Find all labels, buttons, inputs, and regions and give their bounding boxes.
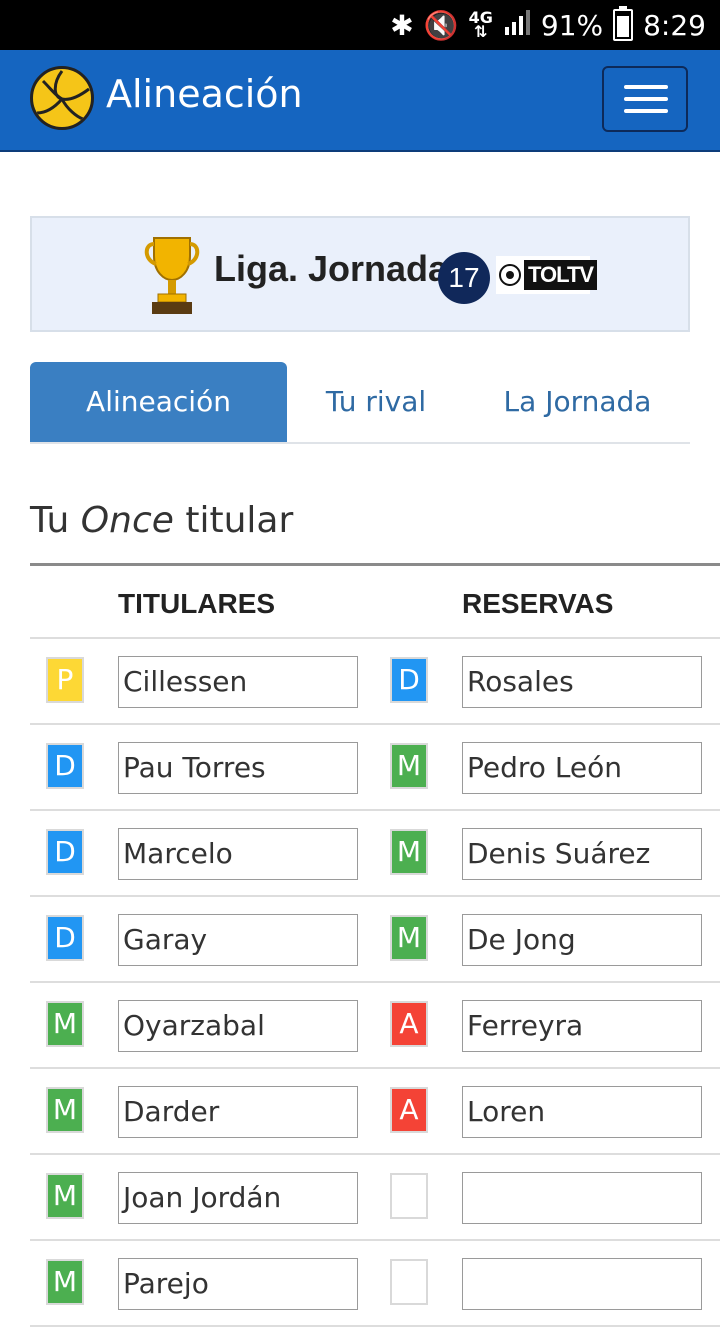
table-row: D Garay M De Jong [30,897,720,983]
titular-name-field[interactable]: Pau Torres [118,742,358,794]
titular-position-badge: M [46,1001,84,1047]
section-title-post: titular [185,500,294,541]
titular-name-field[interactable]: Marcelo [118,828,358,880]
volleyball-logo-icon[interactable] [30,66,94,130]
section-title: Tu Once titular [30,500,293,541]
titular-name-field[interactable]: Cillessen [118,656,358,708]
titular-name-field[interactable]: Joan Jordán [118,1172,358,1224]
reserva-name-field[interactable]: Denis Suárez [462,828,702,880]
status-bar: ✱ 🔇 4G ⇅ 91% 8:29 [0,0,720,50]
section-title-pre: Tu [30,500,70,541]
signal-icon [503,9,531,42]
table-row: P Cillessen D Rosales [30,639,720,725]
table-row: D Pau Torres M Pedro León [30,725,720,811]
titular-position-badge: M [46,1087,84,1133]
table-body: P Cillessen D Rosales D Pau Torres M Pedro León… [30,639,720,1327]
tab-bar: Alineación Tu rival La Jornada [30,362,690,444]
reserva-position-badge: M [390,743,428,789]
titular-position-badge: M [46,1259,84,1305]
titular-name-field[interactable]: Darder [118,1086,358,1138]
reserva-position-badge: M [390,915,428,961]
reserva-name-field[interactable] [462,1258,702,1310]
titular-name-field[interactable]: Garay [118,914,358,966]
network-type: 4G ⇅ [468,8,493,41]
ball-icon [499,264,521,286]
clock: 8:29 [643,8,706,42]
trophy-icon [142,234,202,316]
hamburger-icon [624,85,668,89]
lineup-table: TITULARES RESERVAS P Cillessen D Rosales D Pa… [30,563,720,1327]
reserva-position-badge: A [390,1087,428,1133]
section-title-em: Once [80,500,174,541]
reserva-name-field[interactable]: Loren [462,1086,702,1138]
tv-logo-text: TOLTV [524,260,598,290]
reserva-position-badge: D [390,657,428,703]
league-banner: Liga. Jornada 17 TOLTV [30,216,690,332]
navbar: Alineación [0,50,720,152]
header-reservas: RESERVAS [462,588,614,619]
table-row: M Darder A Loren [30,1069,720,1155]
table-row: M Oyarzabal A Ferreyra [30,983,720,1069]
titular-position-badge: D [46,743,84,789]
status-icons: ✱ 🔇 4G ⇅ 91% 8:29 [390,0,706,50]
titular-position-badge: M [46,1173,84,1219]
reserva-position-badge: A [390,1001,428,1047]
titular-name-field[interactable]: Oyarzabal [118,1000,358,1052]
titular-name-field[interactable]: Parejo [118,1258,358,1310]
mute-icon: 🔇 [423,8,459,42]
banner-title: Liga. Jornada [214,248,449,289]
jornada-badge: 17 [438,252,490,304]
hamburger-icon-bar [624,97,668,101]
titular-position-badge: D [46,915,84,961]
reserva-name-field[interactable] [462,1172,702,1224]
reserva-name-field[interactable]: De Jong [462,914,702,966]
reserva-name-field[interactable]: Rosales [462,656,702,708]
menu-button[interactable] [602,66,688,132]
reserva-name-field[interactable]: Pedro León [462,742,702,794]
bluetooth-icon: ✱ [390,8,414,42]
titular-position-badge: P [46,657,84,703]
reserva-position-badge [390,1173,428,1219]
titular-position-badge: D [46,829,84,875]
battery-icon [613,6,634,41]
tv-logo: TOLTV [496,256,598,294]
header-titulares: TITULARES [118,588,276,619]
tab-tu-rival[interactable]: Tu rival [287,362,465,442]
table-header: TITULARES RESERVAS [30,563,720,639]
tab-la-jornada[interactable]: La Jornada [465,362,690,442]
reserva-name-field[interactable]: Ferreyra [462,1000,702,1052]
tab-alineacion[interactable]: Alineación [30,362,287,442]
table-row: M Parejo [30,1241,720,1327]
table-row: M Joan Jordán [30,1155,720,1241]
reserva-position-badge [390,1259,428,1305]
battery-percent: 91% [540,8,604,42]
reserva-position-badge: M [390,829,428,875]
app-title[interactable]: Alineación [106,72,303,116]
table-row: D Marcelo M Denis Suárez [30,811,720,897]
hamburger-icon-bar [624,109,668,113]
